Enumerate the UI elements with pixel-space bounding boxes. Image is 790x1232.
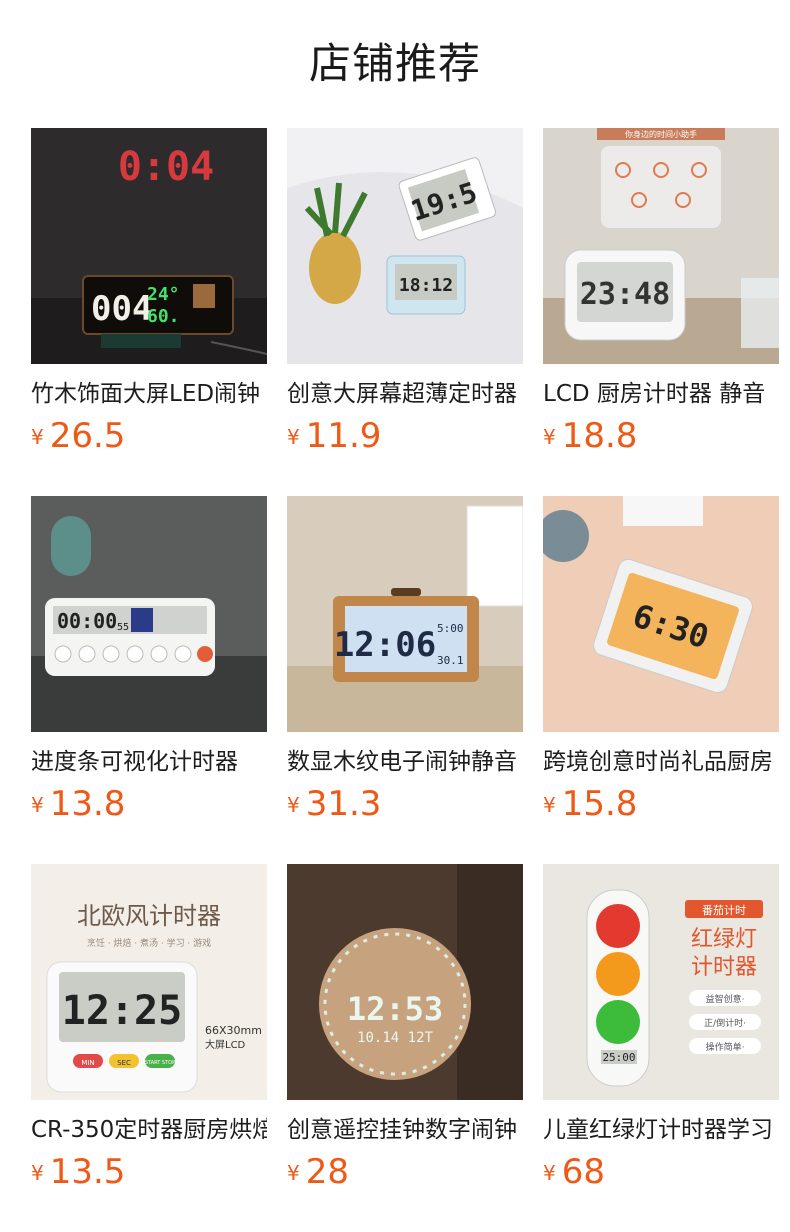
svg-text:烹饪 · 烘焙 · 煮汤 · 学习 · 游戏: 烹饪 · 烘焙 · 煮汤 · 学习 · 游戏: [87, 937, 211, 949]
product-price: ¥11.9: [287, 416, 382, 456]
svg-text:益智创意·: 益智创意·: [706, 993, 745, 1005]
svg-text:23:48: 23:48: [580, 277, 670, 312]
product-name[interactable]: 数显木纹电子闹钟静音: [287, 746, 523, 778]
product-grid: 0:04 004 24° 60. 竹木饰面大屏LED闹钟 ¥26.5 19:5 …: [31, 128, 790, 1218]
product-price: ¥13.8: [31, 784, 126, 824]
product-name[interactable]: 跨境创意时尚礼品厨房: [543, 746, 779, 778]
product-name[interactable]: 进度条可视化计时器: [31, 746, 267, 778]
product-name[interactable]: LCD 厨房计时器 静音: [543, 378, 779, 410]
svg-text:番茄计时: 番茄计时: [702, 903, 746, 917]
svg-text:MIN: MIN: [81, 1059, 94, 1067]
svg-text:55: 55: [117, 622, 129, 633]
clock-time-text: 004: [91, 289, 152, 329]
product-name[interactable]: 创意大屏幕超薄定时器: [287, 378, 523, 410]
svg-text:计时器: 计时器: [691, 955, 757, 980]
product-price: ¥15.8: [543, 784, 638, 824]
product-image[interactable]: 0:04 004 24° 60.: [31, 128, 267, 364]
svg-text:10.14 12T: 10.14 12T: [357, 1030, 433, 1046]
svg-text:12:25: 12:25: [62, 988, 182, 1034]
svg-text:60.: 60.: [147, 306, 180, 327]
svg-text:正/倒计时·: 正/倒计时·: [704, 1017, 746, 1029]
svg-text:25:00: 25:00: [602, 1051, 635, 1064]
product-image[interactable]: 25:00 番茄计时 红绿灯 计时器 益智创意· 正/倒计时· 操作简单·: [543, 864, 779, 1100]
svg-text:SEC: SEC: [117, 1059, 131, 1067]
projection-text: 0:04: [118, 144, 214, 190]
svg-text:大屏LCD: 大屏LCD: [205, 1038, 246, 1051]
svg-text:12:53: 12:53: [347, 990, 443, 1028]
product-price: ¥13.5: [31, 1152, 126, 1192]
svg-text:5:00: 5:00: [437, 622, 464, 635]
product-name[interactable]: 创意遥控挂钟数字闹钟: [287, 1114, 523, 1146]
svg-text:66X30mm: 66X30mm: [205, 1024, 262, 1037]
product-image[interactable]: 12:06 5:00 30.1: [287, 496, 523, 732]
svg-text:18:12: 18:12: [399, 275, 453, 296]
product-name[interactable]: CR-350定时器厨房烘焙: [31, 1114, 267, 1146]
product-image[interactable]: 6:30: [543, 496, 779, 732]
product-price: ¥28: [287, 1152, 349, 1192]
svg-text:START STOP: START STOP: [145, 1060, 175, 1066]
product-name[interactable]: 竹木饰面大屏LED闹钟: [31, 378, 267, 410]
product-image[interactable]: 12:53 10.14 12T: [287, 864, 523, 1100]
svg-text:北欧风计时器: 北欧风计时器: [77, 902, 221, 930]
product-price: ¥68: [543, 1152, 605, 1192]
svg-text:12:06: 12:06: [334, 625, 436, 665]
page-title: 店铺推荐: [308, 39, 481, 88]
product-price: ¥26.5: [31, 416, 126, 456]
svg-text:00:00: 00:00: [57, 609, 117, 633]
svg-text:操作简单·: 操作简单·: [706, 1041, 745, 1053]
product-image[interactable]: 00:00 55: [31, 496, 267, 732]
svg-text:30.1: 30.1: [437, 654, 464, 667]
product-price: ¥18.8: [543, 416, 638, 456]
product-image[interactable]: 北欧风计时器 烹饪 · 烘焙 · 煮汤 · 学习 · 游戏 12:25 66X3…: [31, 864, 267, 1100]
product-image[interactable]: 你身边的时间小助手 23:48: [543, 128, 779, 364]
product-price: ¥31.3: [287, 784, 382, 824]
product-name[interactable]: 儿童红绿灯计时器学习: [543, 1114, 779, 1146]
product-image[interactable]: 19:5 18:12: [287, 128, 523, 364]
svg-text:24°: 24°: [147, 284, 180, 305]
svg-text:红绿灯: 红绿灯: [691, 927, 757, 952]
svg-text:你身边的时间小助手: 你身边的时间小助手: [625, 129, 697, 139]
